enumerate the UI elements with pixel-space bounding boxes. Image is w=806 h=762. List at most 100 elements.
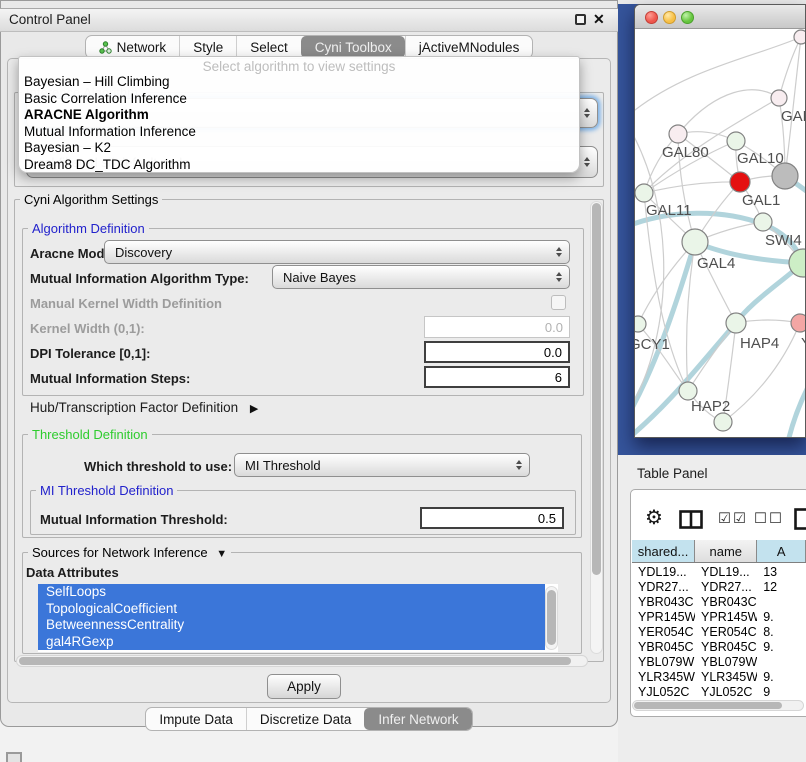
network-node-hap4[interactable]	[726, 313, 746, 333]
kernel-width-label: Kernel Width (0,1):	[30, 321, 145, 336]
settings-vertical-scrollbar-thumb[interactable]	[592, 203, 601, 575]
tab-network[interactable]: Network	[86, 36, 180, 58]
network-node-y[interactable]	[791, 314, 805, 332]
table-cell: YLR345W	[632, 670, 695, 684]
table-row[interactable]: YPR145WYPR145W9.	[632, 609, 806, 624]
network-node-gal[interactable]	[771, 90, 787, 106]
table-row[interactable]: YDL19...YDL19...13	[632, 564, 806, 579]
column-header-a[interactable]: A	[757, 540, 806, 562]
network-node-label: SWI4	[765, 232, 802, 249]
attribute-list-item[interactable]: TopologicalCoefficient	[38, 601, 545, 618]
network-node-gal1[interactable]	[730, 172, 750, 192]
combo-arrows-icon	[584, 108, 590, 118]
tab-infer-network[interactable]: Infer Network	[364, 708, 471, 730]
network-window-titlebar[interactable]	[635, 5, 805, 29]
settings-horizontal-scrollbar-thumb[interactable]	[19, 657, 571, 665]
sources-toggle[interactable]: Sources for Network Inference ▼	[28, 545, 231, 560]
table-row[interactable]: YDR27...YDR27...12	[632, 579, 806, 594]
mi-threshold-input[interactable]: 0.5	[420, 507, 564, 529]
kernel-width-input[interactable]: 0.0	[424, 316, 570, 338]
settings-gear-icon[interactable]: ⚙	[645, 505, 663, 530]
table-cell: 9.	[757, 640, 806, 654]
algorithm-option[interactable]: Mutual Information Inference	[19, 124, 579, 141]
tab-impute-data[interactable]: Impute Data	[146, 708, 246, 730]
deselect-all-icon[interactable]: ☐☐	[754, 511, 784, 527]
table-row[interactable]: YBR045CYBR045C9.	[632, 639, 806, 654]
tab-style[interactable]: Style	[179, 36, 236, 58]
control-panel-titlebar	[0, 8, 618, 32]
table-cell: YDR27...	[695, 580, 757, 594]
mi-algorithm-type-combo[interactable]: Naive Bayes	[272, 265, 570, 289]
table-cell: YER054C	[632, 625, 695, 639]
network-node[interactable]	[794, 30, 805, 44]
network-edge	[644, 134, 678, 193]
float-window-button[interactable]	[575, 14, 586, 25]
columns-icon[interactable]	[679, 510, 703, 529]
algorithm-option[interactable]: ARACNE Algorithm	[19, 107, 579, 124]
algorithm-option[interactable]: Bayesian – K2	[19, 140, 579, 157]
algorithm-option[interactable]: Bayesian – Hill Climbing	[19, 74, 579, 91]
network-canvas[interactable]: GALGAL80GAL10GAL1GAL11SWI4GAL4GCY1HAP4YH…	[635, 29, 805, 437]
table-row[interactable]: YBL079WYBL079W	[632, 654, 806, 669]
table-cell: YJL052C	[632, 685, 695, 699]
hub-definition-label: Hub/Transcription Factor Definition	[30, 400, 238, 415]
minimize-window-icon[interactable]	[663, 11, 676, 24]
aracne-mode-combo[interactable]: Discovery	[104, 240, 570, 264]
algorithm-option[interactable]: Dream8 DC_TDC Algorithm	[19, 157, 579, 174]
zoom-window-icon[interactable]	[681, 11, 694, 24]
table-cell: YBR043C	[695, 595, 757, 609]
control-panel-title: Control Panel	[9, 12, 91, 27]
tab-label: Infer Network	[378, 712, 458, 727]
column-header-shared-[interactable]: shared...	[632, 540, 695, 562]
table-row[interactable]: YJL052CYJL052C9	[632, 684, 806, 698]
attribute-list-item[interactable]: BetweennessCentrality	[38, 617, 545, 634]
network-node-gcy1[interactable]	[635, 316, 646, 332]
table-cell: YPR145W	[632, 610, 695, 624]
hub-definition-toggle[interactable]: Hub/Transcription Factor Definition ▶	[30, 400, 258, 415]
network-node-gal10[interactable]	[727, 132, 745, 150]
table-row[interactable]: YER054CYER054C8.	[632, 624, 806, 639]
table-horizontal-scrollbar-thumb[interactable]	[634, 702, 782, 709]
algorithm-option[interactable]: Basic Correlation Inference	[19, 91, 579, 108]
attributes-scrollbar-thumb[interactable]	[547, 590, 556, 645]
tab-label: Select	[250, 40, 288, 55]
tab-select[interactable]: Select	[236, 36, 301, 58]
table-cell: 8.	[757, 625, 806, 639]
threshold-definition-label: Threshold Definition	[28, 427, 152, 442]
column-header-name[interactable]: name	[695, 540, 757, 562]
manual-kernel-width-checkbox[interactable]	[551, 295, 566, 310]
which-threshold-combo[interactable]: MI Threshold	[234, 453, 530, 477]
network-node-label: GAL4	[697, 255, 735, 272]
select-all-icon[interactable]: ☑☑	[718, 511, 748, 527]
table-row[interactable]: YBR043CYBR043C	[632, 594, 806, 609]
attribute-list-item[interactable]: gal4RGexp	[38, 634, 545, 651]
network-node[interactable]	[714, 413, 732, 431]
attribute-list-item[interactable]: SelfLoops	[38, 584, 545, 601]
network-node-swi4[interactable]	[754, 213, 772, 231]
tab-jactivemnodules[interactable]: jActiveMNodules	[405, 36, 533, 58]
close-panel-button[interactable]: ✕	[593, 11, 605, 28]
network-node-label: Y	[801, 335, 805, 352]
combo-arrows-icon	[556, 247, 562, 257]
table-body: YDL19...YDL19...13YDR27...YDR27...12YBR0…	[632, 564, 806, 698]
dpi-tolerance-input[interactable]: 0.0	[424, 341, 570, 363]
table-cell: 12	[757, 580, 806, 594]
minimized-panel-icon[interactable]	[6, 752, 22, 762]
algorithm-popup-list: Bayesian – Hill ClimbingBasic Correlatio…	[19, 74, 579, 173]
mi-threshold-definition-label: MI Threshold Definition	[36, 483, 177, 498]
mi-steps-input[interactable]: 6	[424, 366, 570, 388]
table-row[interactable]: YLR345WYLR345W9.	[632, 669, 806, 684]
table-cell: YER054C	[695, 625, 757, 639]
aracne-mode-value: Discovery	[115, 245, 172, 260]
tab-cyni-toolbox[interactable]: Cyni Toolbox	[301, 36, 405, 58]
network-node-gal11[interactable]	[635, 184, 653, 202]
apply-button[interactable]: Apply	[267, 674, 341, 699]
network-node-gal4[interactable]	[682, 229, 708, 255]
table-cell: YBR045C	[632, 640, 695, 654]
network-node-gal80[interactable]	[669, 125, 687, 143]
tab-label: Style	[193, 40, 223, 55]
close-window-icon[interactable]	[645, 11, 658, 24]
tab-discretize-data[interactable]: Discretize Data	[246, 708, 365, 730]
table-icon[interactable]	[794, 508, 806, 530]
tab-label: jActiveMNodules	[419, 40, 520, 55]
